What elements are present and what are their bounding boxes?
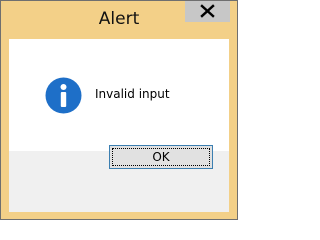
close-button[interactable] <box>185 1 230 22</box>
info-icon <box>45 77 82 114</box>
close-icon <box>200 4 215 18</box>
dialog-body: Invalid input OK <box>9 39 229 212</box>
alert-dialog: Alert Invalid input OK <box>0 0 238 220</box>
message-area: Invalid input <box>9 39 229 151</box>
message-text: Invalid input <box>95 87 170 101</box>
ok-button[interactable]: OK <box>109 145 213 169</box>
